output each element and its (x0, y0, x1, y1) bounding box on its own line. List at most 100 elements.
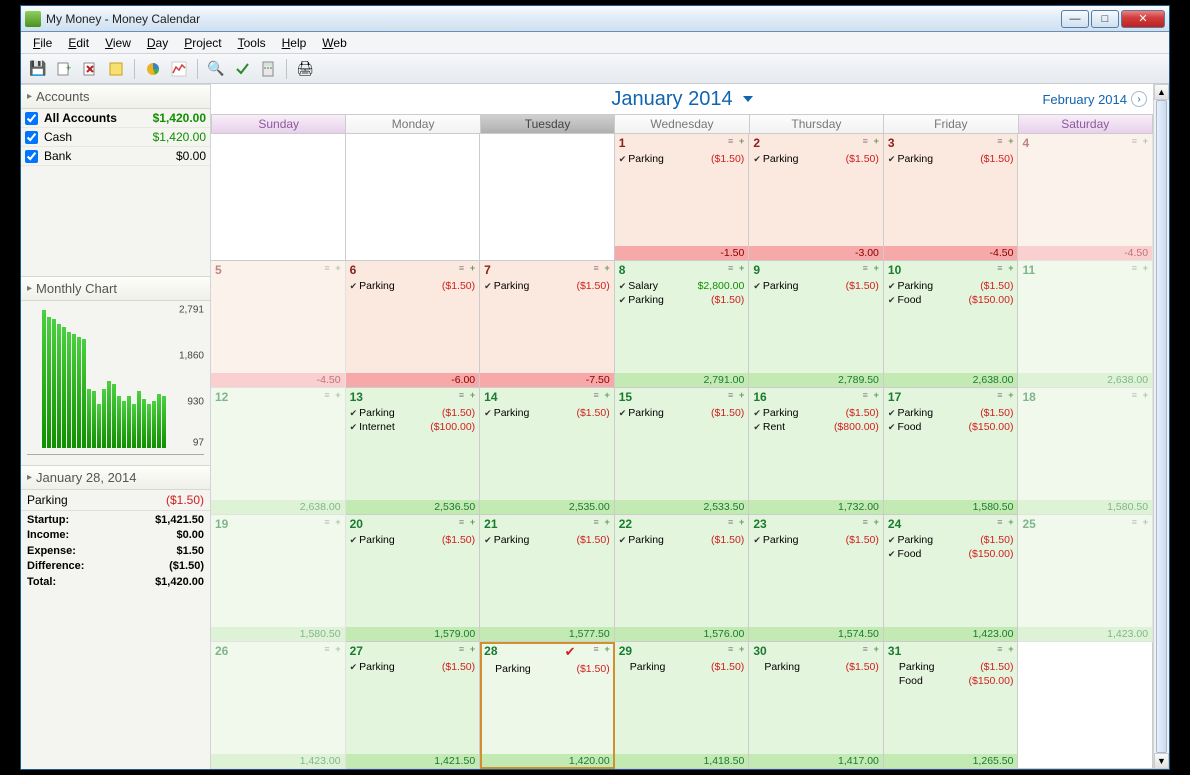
cell-menu-icon[interactable] (593, 644, 601, 654)
calculator-icon[interactable] (257, 58, 279, 80)
calendar-cell[interactable]: 14Parking($1.50)2,535.00 (480, 388, 615, 515)
calendar-title[interactable]: January 2014 (611, 88, 752, 111)
cell-add-icon[interactable] (1143, 390, 1148, 400)
cell-menu-icon[interactable] (593, 517, 601, 527)
calendar-cell[interactable]: 261,423.00 (211, 642, 346, 769)
cell-menu-icon[interactable] (459, 263, 467, 273)
cell-add-icon[interactable] (739, 263, 744, 273)
transaction-item[interactable]: Food($150.00) (888, 547, 1014, 561)
transaction-item[interactable]: Food($150.00) (888, 293, 1014, 307)
transaction-item[interactable]: Parking($1.50) (753, 152, 879, 166)
calendar-cell[interactable]: 6Parking($1.50)-6.00 (346, 261, 481, 388)
cell-add-icon[interactable] (335, 390, 340, 400)
calendar-cell[interactable]: 251,423.00 (1018, 515, 1153, 642)
accounts-header[interactable]: ▸Accounts (21, 84, 210, 109)
cell-add-icon[interactable] (739, 517, 744, 527)
transaction-item[interactable]: Parking($1.50) (888, 660, 1014, 674)
account-checkbox[interactable] (25, 131, 38, 144)
calendar-cell[interactable]: 122,638.00 (211, 388, 346, 515)
cell-menu-icon[interactable] (863, 263, 871, 273)
cell-menu-icon[interactable] (459, 644, 467, 654)
account-checkbox[interactable] (25, 150, 38, 163)
calendar-cell[interactable]: 15Parking($1.50)2,533.50 (615, 388, 750, 515)
calendar-cell[interactable]: 1Parking($1.50)-1.50 (615, 134, 750, 261)
cell-add-icon[interactable] (470, 263, 475, 273)
cell-menu-icon[interactable] (324, 263, 332, 273)
transaction-item[interactable]: Parking($1.50) (753, 533, 879, 547)
transaction-item[interactable]: Parking($1.50) (619, 293, 745, 307)
next-month-link[interactable]: February 2014› (1042, 91, 1147, 107)
scroll-down-icon[interactable]: ▼ (1154, 753, 1169, 769)
transaction-item[interactable]: Internet($100.00) (350, 420, 476, 434)
cell-menu-icon[interactable] (863, 136, 871, 146)
calendar-cell[interactable]: 112,638.00 (1018, 261, 1153, 388)
transaction-item[interactable]: Parking($1.50) (888, 533, 1014, 547)
calendar-cell[interactable]: 21Parking($1.50)1,577.50 (480, 515, 615, 642)
menu-day[interactable]: Day (139, 34, 176, 52)
monthly-chart-header[interactable]: ▸Monthly Chart (21, 276, 210, 301)
calendar-cell[interactable]: 28✔Parking($1.50)1,420.00 (480, 642, 615, 769)
cell-menu-icon[interactable] (1132, 390, 1140, 400)
cell-add-icon[interactable] (1008, 517, 1013, 527)
cell-menu-icon[interactable] (728, 644, 736, 654)
calendar-cell[interactable]: 27Parking($1.50)1,421.50 (346, 642, 481, 769)
cell-add-icon[interactable] (470, 517, 475, 527)
line-chart-icon[interactable] (168, 58, 190, 80)
cell-add-icon[interactable] (1008, 263, 1013, 273)
cell-menu-icon[interactable] (997, 390, 1005, 400)
cell-add-icon[interactable] (335, 263, 340, 273)
transaction-item[interactable]: Rent($800.00) (753, 420, 879, 434)
cell-menu-icon[interactable] (324, 644, 332, 654)
calendar-cell[interactable]: 31Parking($1.50)Food($150.00)1,265.50 (884, 642, 1019, 769)
close-button[interactable]: ✕ (1121, 10, 1165, 28)
day-transaction[interactable]: Parking($1.50) (21, 490, 210, 511)
calendar-cell[interactable]: 24Parking($1.50)Food($150.00)1,423.00 (884, 515, 1019, 642)
cell-menu-icon[interactable] (863, 517, 871, 527)
menu-view[interactable]: View (97, 34, 139, 52)
transaction-item[interactable]: Parking($1.50) (753, 279, 879, 293)
add-page-icon[interactable]: + (53, 58, 75, 80)
calendar-cell[interactable]: 4-4.50 (1018, 134, 1153, 261)
cell-menu-icon[interactable] (1132, 517, 1140, 527)
cell-add-icon[interactable] (1008, 390, 1013, 400)
cell-add-icon[interactable] (739, 390, 744, 400)
cell-menu-icon[interactable] (997, 263, 1005, 273)
note-icon[interactable] (105, 58, 127, 80)
account-row[interactable]: Cash$1,420.00 (21, 128, 210, 147)
cell-menu-icon[interactable] (593, 390, 601, 400)
cell-menu-icon[interactable] (863, 390, 871, 400)
transaction-item[interactable]: Parking($1.50) (484, 533, 610, 547)
transaction-item[interactable]: Parking($1.50) (753, 406, 879, 420)
day-panel-header[interactable]: ▸January 28, 2014 (21, 465, 210, 490)
cell-menu-icon[interactable] (459, 517, 467, 527)
search-icon[interactable]: 🔍 (205, 58, 227, 80)
cell-menu-icon[interactable] (593, 263, 601, 273)
cell-menu-icon[interactable] (324, 390, 332, 400)
transaction-item[interactable]: Parking($1.50) (350, 533, 476, 547)
calendar-cell[interactable]: 7Parking($1.50)-7.50 (480, 261, 615, 388)
print-icon[interactable]: 🖨 (294, 58, 316, 80)
menu-file[interactable]: File (25, 34, 60, 52)
transaction-item[interactable]: Parking($1.50) (888, 406, 1014, 420)
calendar-cell[interactable]: 10Parking($1.50)Food($150.00)2,638.00 (884, 261, 1019, 388)
cell-add-icon[interactable] (335, 644, 340, 654)
cell-add-icon[interactable] (604, 390, 609, 400)
menu-web[interactable]: Web (314, 34, 354, 52)
calendar-cell[interactable]: 2Parking($1.50)-3.00 (749, 134, 884, 261)
transaction-item[interactable]: Parking($1.50) (619, 406, 745, 420)
cell-add-icon[interactable] (604, 263, 609, 273)
menu-edit[interactable]: Edit (60, 34, 97, 52)
minimize-button[interactable]: — (1061, 10, 1089, 28)
cell-add-icon[interactable] (874, 644, 879, 654)
cell-add-icon[interactable] (1008, 644, 1013, 654)
cell-menu-icon[interactable] (728, 390, 736, 400)
cell-menu-icon[interactable] (997, 136, 1005, 146)
transaction-item[interactable]: Parking($1.50) (484, 279, 610, 293)
vertical-scrollbar[interactable]: ▲ ▼ (1153, 84, 1169, 769)
transaction-item[interactable]: Food($150.00) (888, 674, 1014, 688)
cell-menu-icon[interactable] (324, 517, 332, 527)
cell-menu-icon[interactable] (728, 517, 736, 527)
calendar-cell[interactable]: 29Parking($1.50)1,418.50 (615, 642, 750, 769)
transaction-item[interactable]: Parking($1.50) (619, 533, 745, 547)
calendar-cell[interactable]: 16Parking($1.50)Rent($800.00)1,732.00 (749, 388, 884, 515)
